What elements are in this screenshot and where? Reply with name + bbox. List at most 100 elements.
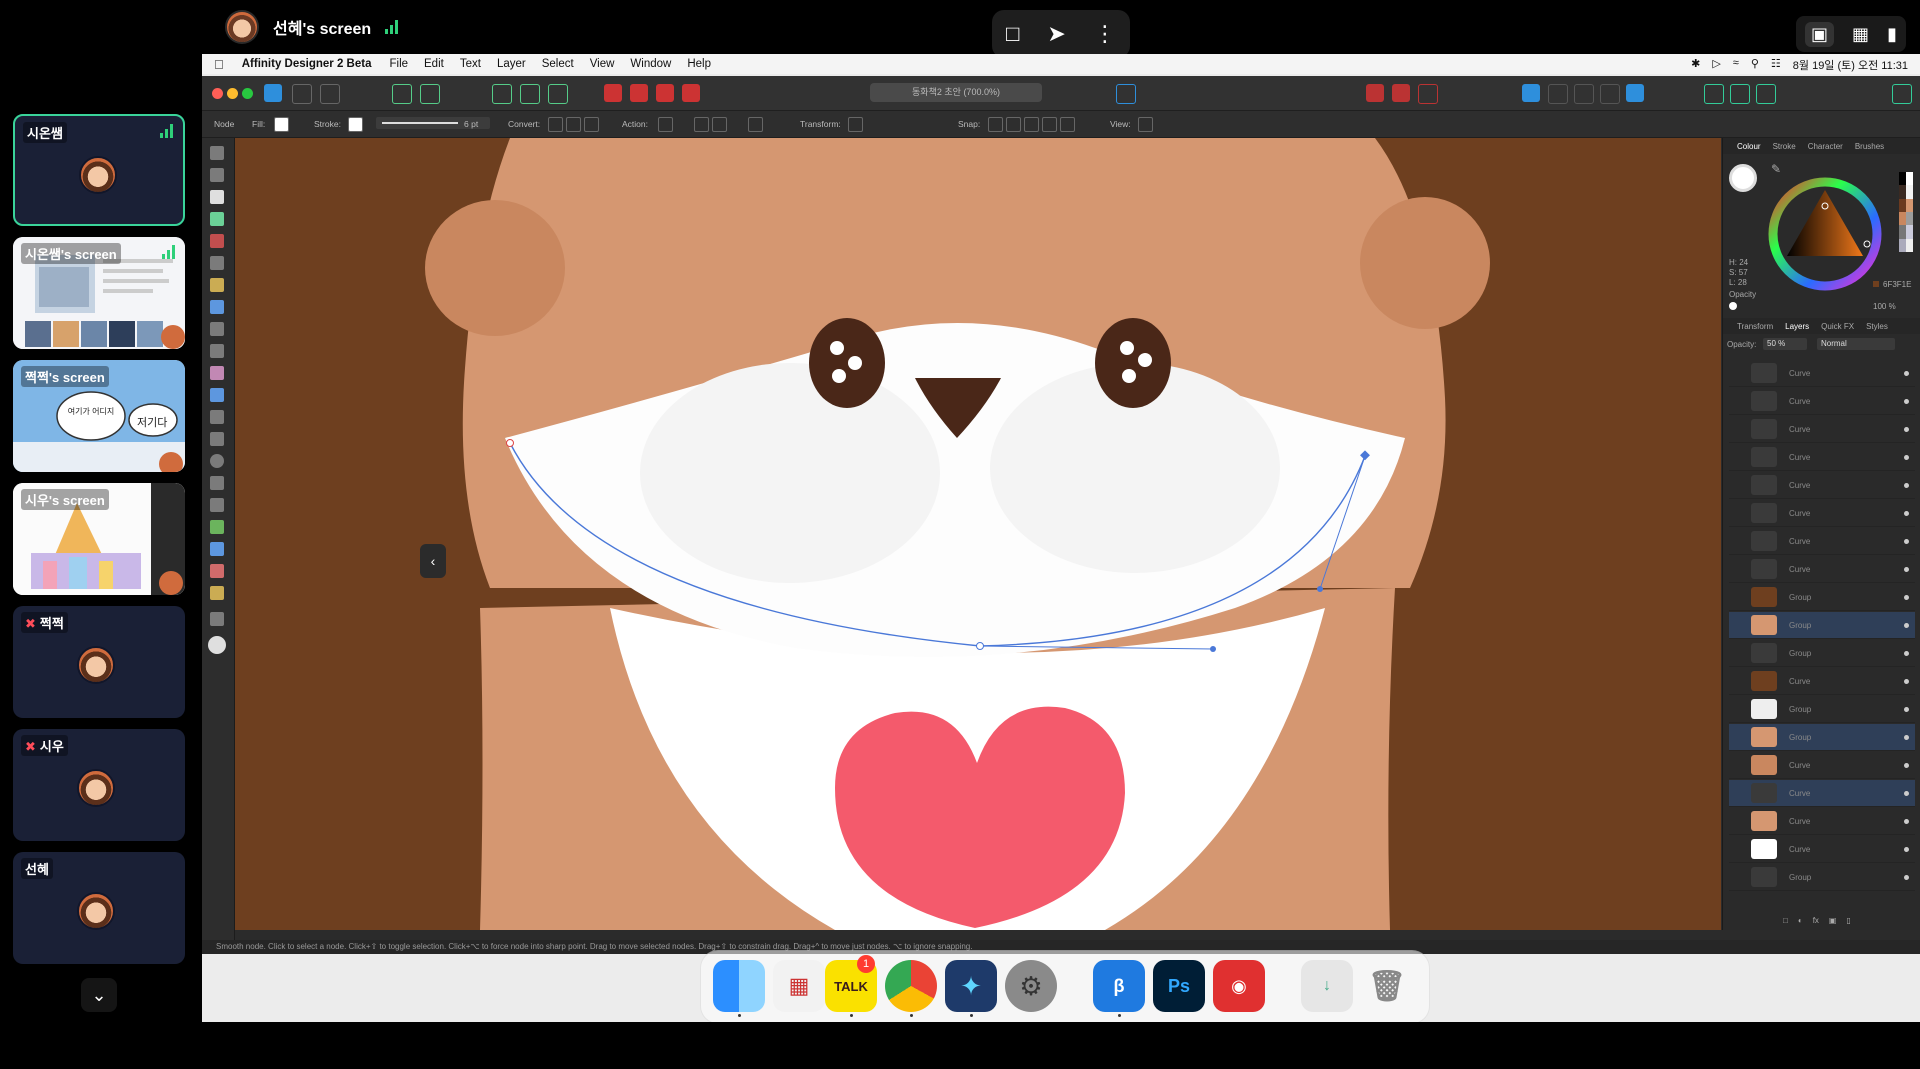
break-curve-icon[interactable] xyxy=(658,117,673,132)
convert-smart-icon[interactable] xyxy=(584,117,599,132)
blend-mode-select[interactable]: Normal xyxy=(1817,338,1895,350)
snap-option-icon[interactable] xyxy=(1024,117,1039,132)
system-settings-icon[interactable]: ⚙ xyxy=(1005,960,1057,1012)
layer-row[interactable]: Curve xyxy=(1729,556,1915,583)
menu-layer[interactable]: Layer xyxy=(497,58,526,70)
participant-screen-tile[interactable]: 시우's screen xyxy=(13,483,185,595)
visibility-toggle[interactable] xyxy=(1904,594,1909,600)
design-canvas[interactable] xyxy=(235,138,1721,930)
minimize-window-button[interactable] xyxy=(227,88,238,99)
participant-tile[interactable]: ✖ 시우 xyxy=(13,729,185,841)
recent-swatches[interactable] xyxy=(1899,172,1913,252)
visibility-toggle[interactable] xyxy=(1904,622,1909,628)
layer-row[interactable]: Group xyxy=(1729,640,1915,667)
tab-quick-fx[interactable]: Quick FX xyxy=(1821,322,1854,331)
finder-icon[interactable] xyxy=(713,960,765,1012)
more-options-icon[interactable]: ⋮ xyxy=(1094,21,1116,47)
layer-opacity-field[interactable]: 50 % xyxy=(1763,338,1807,350)
menu-select[interactable]: Select xyxy=(542,58,574,70)
text-align-icon[interactable] xyxy=(1116,84,1136,104)
visibility-toggle[interactable] xyxy=(1904,566,1909,572)
designer-persona-icon[interactable] xyxy=(264,84,282,102)
layer-row[interactable]: Curve xyxy=(1729,500,1915,527)
user-icon[interactable] xyxy=(1892,84,1912,104)
visibility-toggle[interactable] xyxy=(1904,538,1909,544)
visibility-toggle[interactable] xyxy=(1904,426,1909,432)
grid-view-icon[interactable]: ▦ xyxy=(1852,24,1869,45)
bluetooth-icon[interactable]: ✱ xyxy=(1691,57,1700,73)
tab-styles[interactable]: Styles xyxy=(1866,322,1888,331)
layer-row[interactable]: Curve xyxy=(1729,360,1915,387)
apple-icon[interactable]:  xyxy=(214,57,224,72)
participant-screen-tile[interactable]: 쩍쩍's screen 여기가 어디지 저기다 xyxy=(13,360,185,472)
collapse-strip-button[interactable]: ‹ xyxy=(420,544,446,578)
boolean-xor-icon[interactable] xyxy=(682,84,700,102)
downloads-icon[interactable]: ↓ xyxy=(1301,960,1353,1012)
visibility-toggle[interactable] xyxy=(1904,650,1909,656)
chrome-icon[interactable] xyxy=(885,960,937,1012)
zoom-tool-icon[interactable] xyxy=(210,612,224,626)
node-tool-icon[interactable] xyxy=(210,190,224,204)
pencil-tool-icon[interactable] xyxy=(210,256,224,270)
arrange-icon[interactable] xyxy=(1574,84,1594,104)
fill-tool-icon[interactable] xyxy=(210,300,224,314)
gear-icon[interactable] xyxy=(420,84,440,104)
align-icon[interactable] xyxy=(520,84,540,104)
color-picker-icon[interactable] xyxy=(210,564,224,578)
arrange-icon[interactable] xyxy=(1600,84,1620,104)
assistant-icon[interactable] xyxy=(1704,84,1724,104)
artboard-tool-icon[interactable] xyxy=(210,168,224,182)
visibility-toggle[interactable] xyxy=(1904,454,1909,460)
visibility-toggle[interactable] xyxy=(1904,818,1909,824)
export-persona-icon[interactable] xyxy=(320,84,340,104)
menu-window[interactable]: Window xyxy=(630,58,671,70)
layer-row-selected[interactable]: Group xyxy=(1729,724,1915,751)
app-menu[interactable]: Affinity Designer 2 Beta xyxy=(242,58,372,70)
mask-layer-icon[interactable]: ◐ xyxy=(1798,916,1803,925)
play-icon[interactable]: ▷ xyxy=(1712,57,1720,73)
menu-help[interactable]: Help xyxy=(687,58,711,70)
control-center-icon[interactable]: ☷ xyxy=(1771,57,1781,73)
view-option-icon[interactable] xyxy=(1138,117,1153,132)
tab-character[interactable]: Character xyxy=(1808,142,1843,151)
layer-row-selected[interactable]: Group xyxy=(1729,612,1915,639)
rectangle-tool-icon[interactable] xyxy=(210,432,224,446)
assistant-icon[interactable] xyxy=(1730,84,1750,104)
layer-row[interactable]: Curve xyxy=(1729,528,1915,555)
more-shapes-icon[interactable] xyxy=(210,520,224,534)
layer-row[interactable]: Curve xyxy=(1729,752,1915,779)
layer-row[interactable]: Group xyxy=(1729,696,1915,723)
tab-stroke[interactable]: Stroke xyxy=(1773,142,1796,151)
layer-row[interactable]: Curve xyxy=(1729,472,1915,499)
join-curve-icon[interactable] xyxy=(694,117,709,132)
participant-screen-tile[interactable]: 시온쌤's screen xyxy=(13,237,185,349)
tab-layers[interactable]: Layers xyxy=(1785,322,1809,331)
document-title[interactable]: 동화책2 초안 (700.0%) xyxy=(870,83,1042,102)
convert-smooth-icon[interactable] xyxy=(566,117,581,132)
snap-option-icon[interactable] xyxy=(1060,117,1075,132)
layer-row[interactable]: Curve xyxy=(1729,808,1915,835)
boolean-intersect-icon[interactable] xyxy=(656,84,674,102)
participant-tile[interactable]: 시온쌤 xyxy=(13,114,185,226)
stroke-swatch[interactable] xyxy=(348,117,363,132)
photo-booth-icon[interactable]: ◉ xyxy=(1213,960,1265,1012)
close-curve-icon[interactable] xyxy=(748,117,763,132)
smooth-curve-icon[interactable] xyxy=(712,117,727,132)
menu-clock[interactable]: 8월 19일 (토) 오전 11:31 xyxy=(1793,57,1908,73)
designer-app-icon[interactable]: ✦ xyxy=(945,960,997,1012)
arrange-icon[interactable] xyxy=(1548,84,1568,104)
visibility-toggle[interactable] xyxy=(1904,706,1909,712)
visibility-toggle[interactable] xyxy=(1904,874,1909,880)
wifi-icon[interactable]: ≈ xyxy=(1733,57,1739,73)
visibility-toggle[interactable] xyxy=(1904,846,1909,852)
color-swatch-icon[interactable] xyxy=(208,636,226,654)
place-image-icon[interactable] xyxy=(210,388,224,402)
lock-icon[interactable]: ▣ xyxy=(1829,916,1837,925)
move-tool-icon[interactable] xyxy=(210,146,224,160)
visibility-toggle[interactable] xyxy=(1904,370,1909,376)
eraser-tool-icon[interactable] xyxy=(210,344,224,358)
ellipse-tool-icon[interactable] xyxy=(210,454,224,468)
cursor-icon[interactable]: ➤ xyxy=(1047,21,1065,47)
photoshop-icon[interactable]: Ps xyxy=(1153,960,1205,1012)
pen-tool-icon[interactable] xyxy=(210,234,224,248)
